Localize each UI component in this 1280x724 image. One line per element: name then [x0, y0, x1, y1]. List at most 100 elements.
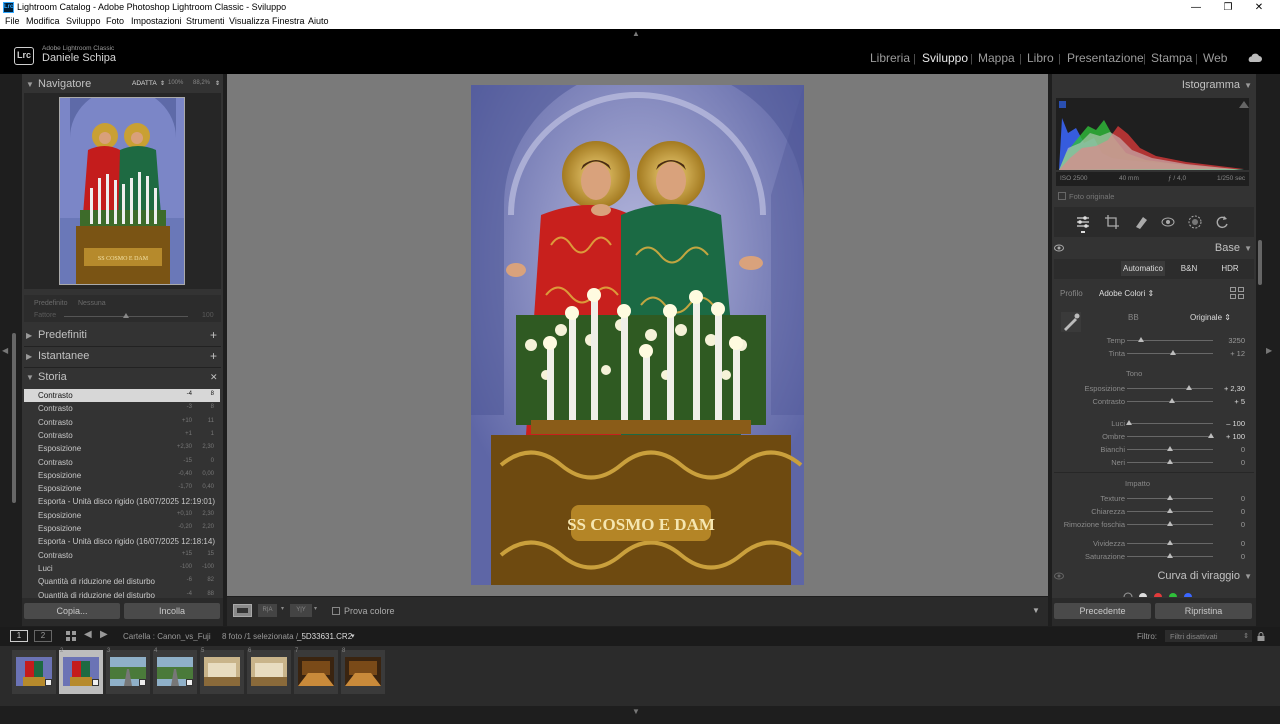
slider-knob[interactable]: [1185, 385, 1192, 390]
tone-curve-channel-icons[interactable]: [1118, 589, 1198, 597]
before-after-icon[interactable]: R|A: [258, 604, 277, 617]
filmstrip-thumbnail[interactable]: 7: [294, 648, 338, 694]
history-item[interactable]: Contrasto -3 8: [24, 402, 220, 415]
hdr-button[interactable]: HDR: [1216, 261, 1244, 276]
lock-icon[interactable]: [1257, 632, 1265, 641]
clear-history-icon[interactable]: ✕: [210, 372, 218, 383]
heal-icon[interactable]: [1134, 215, 1148, 229]
histogram[interactable]: ISO 2500 40 mm ƒ / 4,0 1/250 sec: [1056, 98, 1249, 186]
collapse-triangle-icon[interactable]: ▼: [1244, 81, 1252, 90]
auto-button[interactable]: Automatico: [1121, 261, 1165, 276]
slider-value[interactable]: 0: [1241, 507, 1245, 516]
filmstrip-thumbnail[interactable]: 3: [106, 648, 150, 694]
maximize-button[interactable]: ❐: [1213, 0, 1243, 15]
collapse-triangle-icon[interactable]: ▼: [26, 373, 34, 382]
slider-value[interactable]: 0: [1241, 552, 1245, 561]
crop-icon[interactable]: [1105, 215, 1119, 229]
right-panel-scrollbar[interactable]: [1258, 240, 1262, 285]
history-item[interactable]: Contrasto +1 1: [24, 429, 220, 442]
history-item[interactable]: Esposizione +2,30 2,30: [24, 442, 220, 455]
wb-eyedropper-icon[interactable]: [1060, 311, 1082, 333]
collapse-top-panel-icon[interactable]: ▲: [632, 29, 640, 38]
slider-value[interactable]: + 12: [1230, 349, 1245, 358]
module-libro[interactable]: Libro: [1027, 51, 1054, 65]
original-photo-checkbox[interactable]: [1058, 192, 1066, 200]
profile-browser-icon[interactable]: [1230, 287, 1244, 299]
collapse-triangle-icon[interactable]: ▼: [1244, 572, 1252, 581]
filmstrip-thumbnail[interactable]: 8: [341, 648, 385, 694]
slider-knob[interactable]: [1208, 433, 1215, 438]
main-photo[interactable]: SS COSMO E DAM: [471, 85, 804, 585]
filmstrip-thumbnail[interactable]: 2: [59, 648, 103, 694]
menu-impostazioni[interactable]: Impostazioni: [131, 16, 182, 26]
slider-track[interactable]: [1127, 423, 1213, 424]
filmstrip-thumbnail[interactable]: 5: [200, 648, 244, 694]
left-panel-edge[interactable]: ◀: [0, 74, 12, 626]
slider-rimozione-foschia[interactable]: Rimozione foschia 0: [1055, 518, 1245, 531]
collapse-triangle-icon[interactable]: ▼: [26, 80, 34, 89]
history-item[interactable]: Esposizione +0,10 2,30: [24, 509, 220, 522]
histogram-header[interactable]: Istogramma ▼: [1054, 77, 1254, 96]
history-item[interactable]: Contrasto +10 11: [24, 416, 220, 429]
left-panel-scrollbar[interactable]: [12, 333, 16, 503]
navigator-preview-image[interactable]: SS COSMO E DAM: [59, 97, 185, 285]
slider-knob[interactable]: [1167, 553, 1173, 558]
loupe-view-icon[interactable]: [233, 604, 252, 617]
history-item[interactable]: Contrasto -4 8: [24, 389, 220, 402]
slider-value[interactable]: + 100: [1226, 432, 1245, 441]
collapse-filmstrip-icon[interactable]: ▼: [632, 707, 640, 716]
slider-knob[interactable]: [1137, 337, 1144, 342]
bw-button[interactable]: B&N: [1175, 261, 1203, 276]
eye-icon[interactable]: [1054, 244, 1064, 252]
back-arrow-icon[interactable]: ◀: [84, 629, 92, 640]
module-stampa[interactable]: Stampa: [1151, 51, 1192, 65]
slider-chiarezza[interactable]: Chiarezza 0: [1055, 505, 1245, 518]
history-item[interactable]: Esposizione -0,40 0,00: [24, 469, 220, 482]
zoom-100[interactable]: 100%: [168, 80, 183, 86]
menu-modifica[interactable]: Modifica: [26, 16, 60, 26]
mask-icon[interactable]: [1188, 215, 1202, 229]
slider-knob[interactable]: [1170, 350, 1177, 355]
filmstrip-thumbnail[interactable]: 4: [153, 648, 197, 694]
history-item[interactable]: Esposizione -1,70 0,40: [24, 482, 220, 495]
filter-dropdown[interactable]: Filtri disattivati ⇕: [1165, 630, 1252, 642]
reset-button[interactable]: Ripristina: [1155, 603, 1252, 619]
filename[interactable]: _5D33631.CR2: [297, 632, 352, 641]
slider-knob[interactable]: [1167, 459, 1173, 464]
grid-view-icon[interactable]: [66, 631, 76, 641]
slider-contrasto[interactable]: Contrasto + 5: [1055, 395, 1245, 408]
module-mappa[interactable]: Mappa: [978, 51, 1015, 65]
presets-header[interactable]: ▶ Predefiniti +: [24, 327, 221, 346]
history-item[interactable]: Esporta - Unità disco rigido (16/07/2025…: [24, 535, 220, 548]
filename-dropdown-icon[interactable]: ▾: [351, 632, 355, 640]
cloud-icon[interactable]: [1246, 53, 1262, 63]
snapshots-header[interactable]: ▶ Istantanee +: [24, 348, 221, 367]
slider-value[interactable]: 0: [1241, 458, 1245, 467]
redeye-icon[interactable]: [1161, 215, 1175, 229]
module-web[interactable]: Web: [1203, 51, 1227, 65]
slider-knob[interactable]: [1168, 398, 1175, 403]
slider-value[interactable]: 0: [1241, 445, 1245, 454]
secondary-screen-button[interactable]: 2: [34, 630, 52, 642]
tone-curve-header[interactable]: Curva di viraggio ▼: [1054, 568, 1254, 587]
amount-slider-knob[interactable]: [123, 313, 129, 318]
slider-ombre[interactable]: Ombre + 100: [1055, 430, 1245, 443]
filmstrip-thumbnail[interactable]: 6: [247, 648, 291, 694]
primary-screen-button[interactable]: 1: [10, 630, 28, 642]
module-libreria[interactable]: Libreria: [870, 51, 910, 65]
reference-view-icon[interactable]: Y|Y: [290, 604, 312, 617]
history-item[interactable]: Luci -100 -100: [24, 562, 220, 575]
slider-temp[interactable]: Temp 3250: [1055, 334, 1245, 347]
wb-dropdown[interactable]: Originale ⇕: [1190, 313, 1231, 322]
menu-sviluppo[interactable]: Sviluppo: [66, 16, 101, 26]
slider-esposizione[interactable]: Esposizione + 2,30: [1055, 382, 1245, 395]
slider-track[interactable]: [1127, 388, 1213, 389]
slider-value[interactable]: + 5: [1234, 397, 1245, 406]
slider-knob[interactable]: [1125, 420, 1132, 425]
reset-icon[interactable]: [1215, 215, 1229, 229]
menu-strumenti[interactable]: Strumenti: [186, 16, 225, 26]
source-path[interactable]: Cartella : Canon_vs_Fuji: [123, 632, 211, 641]
menu-visualizza[interactable]: Visualizza: [229, 16, 269, 26]
history-header[interactable]: ▼ Storia ✕: [24, 369, 221, 388]
slider-tinta[interactable]: Tinta + 12: [1055, 347, 1245, 360]
